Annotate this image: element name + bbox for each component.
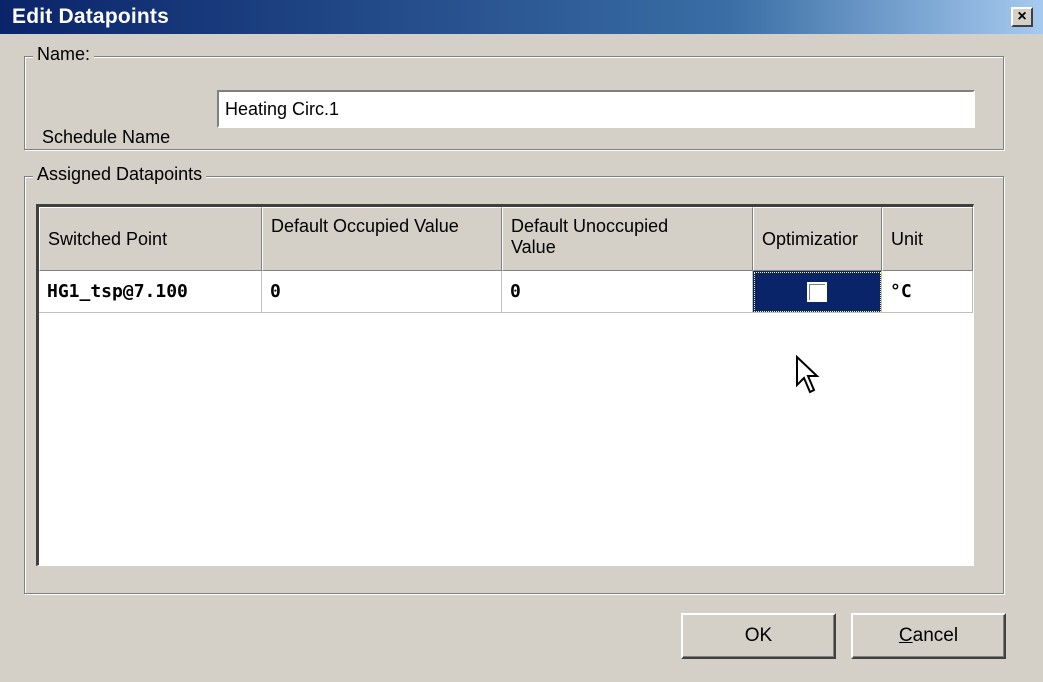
ok-button[interactable]: OK [681,613,836,659]
cell-unit[interactable]: °C [882,271,973,313]
close-button[interactable]: × [1011,7,1033,27]
close-icon: × [1017,8,1027,25]
cancel-button-label: Cancel [898,625,959,646]
column-header-default-unoccupied[interactable]: Default Unoccupied Value [502,207,753,271]
column-header-default-occupied[interactable]: Default Occupied Value [262,207,502,271]
cell-switched-point[interactable]: HG1_tsp@7.100 [39,271,262,313]
column-header-unit[interactable]: Unit [882,207,973,271]
mouse-cursor-icon [796,355,820,394]
title-bar[interactable]: Edit Datapoints × [0,0,1043,34]
cell-default-occupied[interactable]: 0 [262,271,502,313]
cancel-button[interactable]: Cancel [851,613,1006,659]
optimization-checkbox[interactable] [807,281,827,302]
column-header-optimization[interactable]: Optimizatior [753,207,882,271]
column-header-switched-point[interactable]: Switched Point [39,207,262,271]
schedule-name-input[interactable] [217,90,975,128]
window-title: Edit Datapoints [12,5,170,28]
assigned-datapoints-legend: Assigned Datapoints [33,164,207,185]
cell-optimization[interactable] [753,271,882,313]
cell-default-unoccupied[interactable]: 0 [502,271,753,313]
table-row[interactable]: HG1_tsp@7.100 0 0 °C [39,271,973,313]
table-header: Switched Point Default Occupied Value De… [39,207,973,271]
datapoints-table[interactable]: Switched Point Default Occupied Value De… [36,204,974,566]
schedule-name-label: Schedule Name [42,127,171,147]
name-group-legend: Name: [33,44,95,65]
